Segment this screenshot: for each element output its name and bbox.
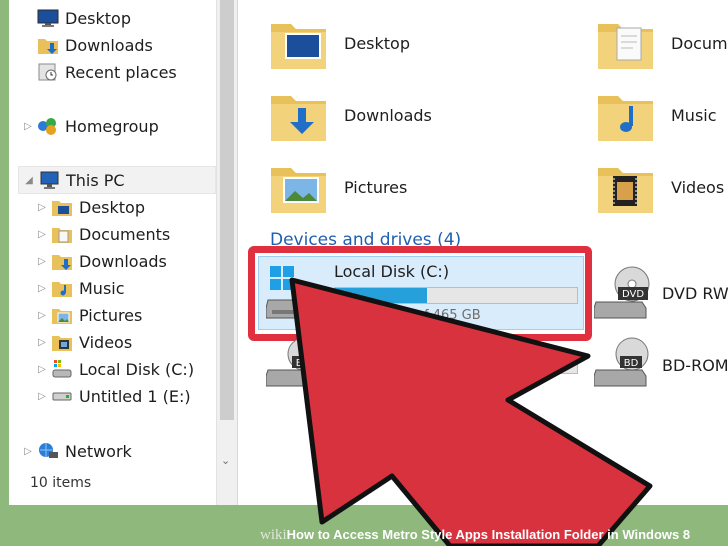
nav-pc-music[interactable]: ▷ Music xyxy=(36,275,125,301)
documents-folder-icon xyxy=(598,24,653,69)
nav-network[interactable]: ▷ Network xyxy=(22,438,132,464)
expand-chevron-icon[interactable]: ▷ xyxy=(36,337,48,348)
folder-tile-music[interactable]: Music xyxy=(595,84,717,146)
homegroup-icon xyxy=(37,116,59,136)
expand-chevron-icon[interactable]: ▷ xyxy=(36,256,48,267)
bd-drive-icon: BD xyxy=(594,337,649,387)
svg-text:DVD: DVD xyxy=(622,289,644,300)
nav-label: Music xyxy=(79,278,125,298)
desktop-icon xyxy=(37,8,59,28)
desktop-folder-icon xyxy=(271,24,326,69)
status-item-count: 10 items xyxy=(30,475,92,491)
downloads-folder-icon xyxy=(37,35,59,55)
nav-scrollbar[interactable]: ⌄ xyxy=(216,0,238,505)
pictures-folder-icon xyxy=(271,168,326,213)
nav-label: This PC xyxy=(66,170,125,190)
nav-pc-downloads[interactable]: ▷ Downloads xyxy=(36,248,167,274)
drive-usage-bar xyxy=(334,360,578,374)
nav-label: Videos xyxy=(79,332,133,352)
drive-tile-dvd[interactable]: DVD DVD RW D xyxy=(594,262,728,322)
navigation-pane: Desktop Downloads Recent places ▷ Homegr… xyxy=(9,0,216,505)
folder-tile-documents[interactable]: Documen xyxy=(595,12,728,74)
drive-label: BD-ROM D xyxy=(662,356,728,375)
nav-quick-downloads[interactable]: Downloads xyxy=(37,32,153,58)
recent-places-icon xyxy=(37,62,59,82)
nav-pc-local-disk[interactable]: ▷ Local Disk (C:) xyxy=(36,356,194,382)
svg-text:BD: BD xyxy=(296,358,311,369)
nav-label: Desktop xyxy=(65,8,131,28)
scroll-down-arrow-icon[interactable]: ⌄ xyxy=(221,454,230,467)
folder-label: Music xyxy=(671,105,717,125)
music-folder-icon xyxy=(598,96,653,141)
nav-label: Desktop xyxy=(79,197,145,217)
videos-folder-icon xyxy=(598,168,653,213)
expand-chevron-icon[interactable]: ▷ xyxy=(36,391,48,402)
folder-label: Pictures xyxy=(344,177,408,197)
nav-label: Local Disk (C:) xyxy=(79,359,195,379)
folder-label: Videos xyxy=(671,177,725,197)
expand-chevron-icon[interactable]: ▷ xyxy=(22,121,34,132)
svg-text:BD: BD xyxy=(624,358,639,369)
expand-chevron-icon[interactable]: ▷ xyxy=(36,229,48,240)
videos-folder-icon xyxy=(51,332,73,352)
dvd-drive-icon: DVD xyxy=(594,266,650,319)
bd-drive-icon: BD xyxy=(266,337,321,387)
nav-quick-recent-places[interactable]: Recent places xyxy=(37,59,177,85)
desktop-folder-icon xyxy=(51,197,73,217)
nav-label: Homegroup xyxy=(65,116,159,136)
folder-label: Downloads xyxy=(344,105,432,125)
drive-tile-bd-rom[interactable]: BD BD-ROM D xyxy=(594,336,728,390)
folder-tile-desktop[interactable]: Desktop xyxy=(268,12,410,74)
nav-label: Downloads xyxy=(65,35,153,55)
downloads-folder-icon xyxy=(51,251,73,271)
music-folder-icon xyxy=(51,278,73,298)
expand-chevron-icon[interactable]: ▷ xyxy=(22,446,34,457)
expand-chevron-icon[interactable]: ▷ xyxy=(36,364,48,375)
folder-tile-downloads[interactable]: Downloads xyxy=(268,84,432,146)
pictures-folder-icon xyxy=(51,305,73,325)
watermark-title: How to Access Metro Style Apps Installat… xyxy=(286,527,691,542)
highlight-box xyxy=(248,246,592,341)
expand-chevron-icon[interactable]: ▷ xyxy=(36,202,48,213)
drive-label: DVD RW D xyxy=(662,284,728,303)
removable-drive-icon xyxy=(51,386,73,406)
nav-pc-untitled-drive[interactable]: ▷ Untitled 1 (E:) xyxy=(36,383,191,409)
folder-tile-pictures[interactable]: Pictures xyxy=(268,156,407,218)
collapse-chevron-icon[interactable]: ◢ xyxy=(23,175,35,186)
watermark-brand: wiki xyxy=(260,527,287,543)
nav-pc-videos[interactable]: ▷ Videos xyxy=(36,329,132,355)
nav-label: Network xyxy=(65,441,132,461)
drive-tile-bd-left[interactable]: BD xyxy=(266,336,322,390)
nav-quick-desktop[interactable]: Desktop xyxy=(37,5,131,31)
downloads-folder-icon xyxy=(271,96,326,141)
nav-label: Downloads xyxy=(79,251,167,271)
nav-pc-pictures[interactable]: ▷ Pictures xyxy=(36,302,142,328)
nav-label: Documents xyxy=(79,224,171,244)
nav-label: Untitled 1 (E:) xyxy=(79,386,191,406)
nav-homegroup[interactable]: ▷ Homegroup xyxy=(22,113,159,139)
nav-label: Pictures xyxy=(79,305,143,325)
frame-left-edge xyxy=(0,0,9,546)
folder-tile-videos[interactable]: Videos xyxy=(595,156,724,218)
folder-label: Desktop xyxy=(344,33,410,53)
nav-this-pc[interactable]: ◢ This PC xyxy=(18,166,216,194)
expand-chevron-icon[interactable]: ▷ xyxy=(36,310,48,321)
nav-pc-desktop[interactable]: ▷ Desktop xyxy=(36,194,145,220)
nav-scrollbar-thumb[interactable] xyxy=(220,0,234,420)
computer-icon xyxy=(38,170,60,190)
folder-label: Documen xyxy=(671,33,728,53)
network-icon xyxy=(37,441,59,461)
hard-drive-icon xyxy=(51,359,73,379)
watermark: wikiHow to Access Metro Style Apps Insta… xyxy=(260,527,690,544)
nav-pc-documents[interactable]: ▷ Documents xyxy=(36,221,170,247)
documents-folder-icon xyxy=(51,224,73,244)
expand-chevron-icon[interactable]: ▷ xyxy=(36,283,48,294)
nav-label: Recent places xyxy=(65,62,177,82)
